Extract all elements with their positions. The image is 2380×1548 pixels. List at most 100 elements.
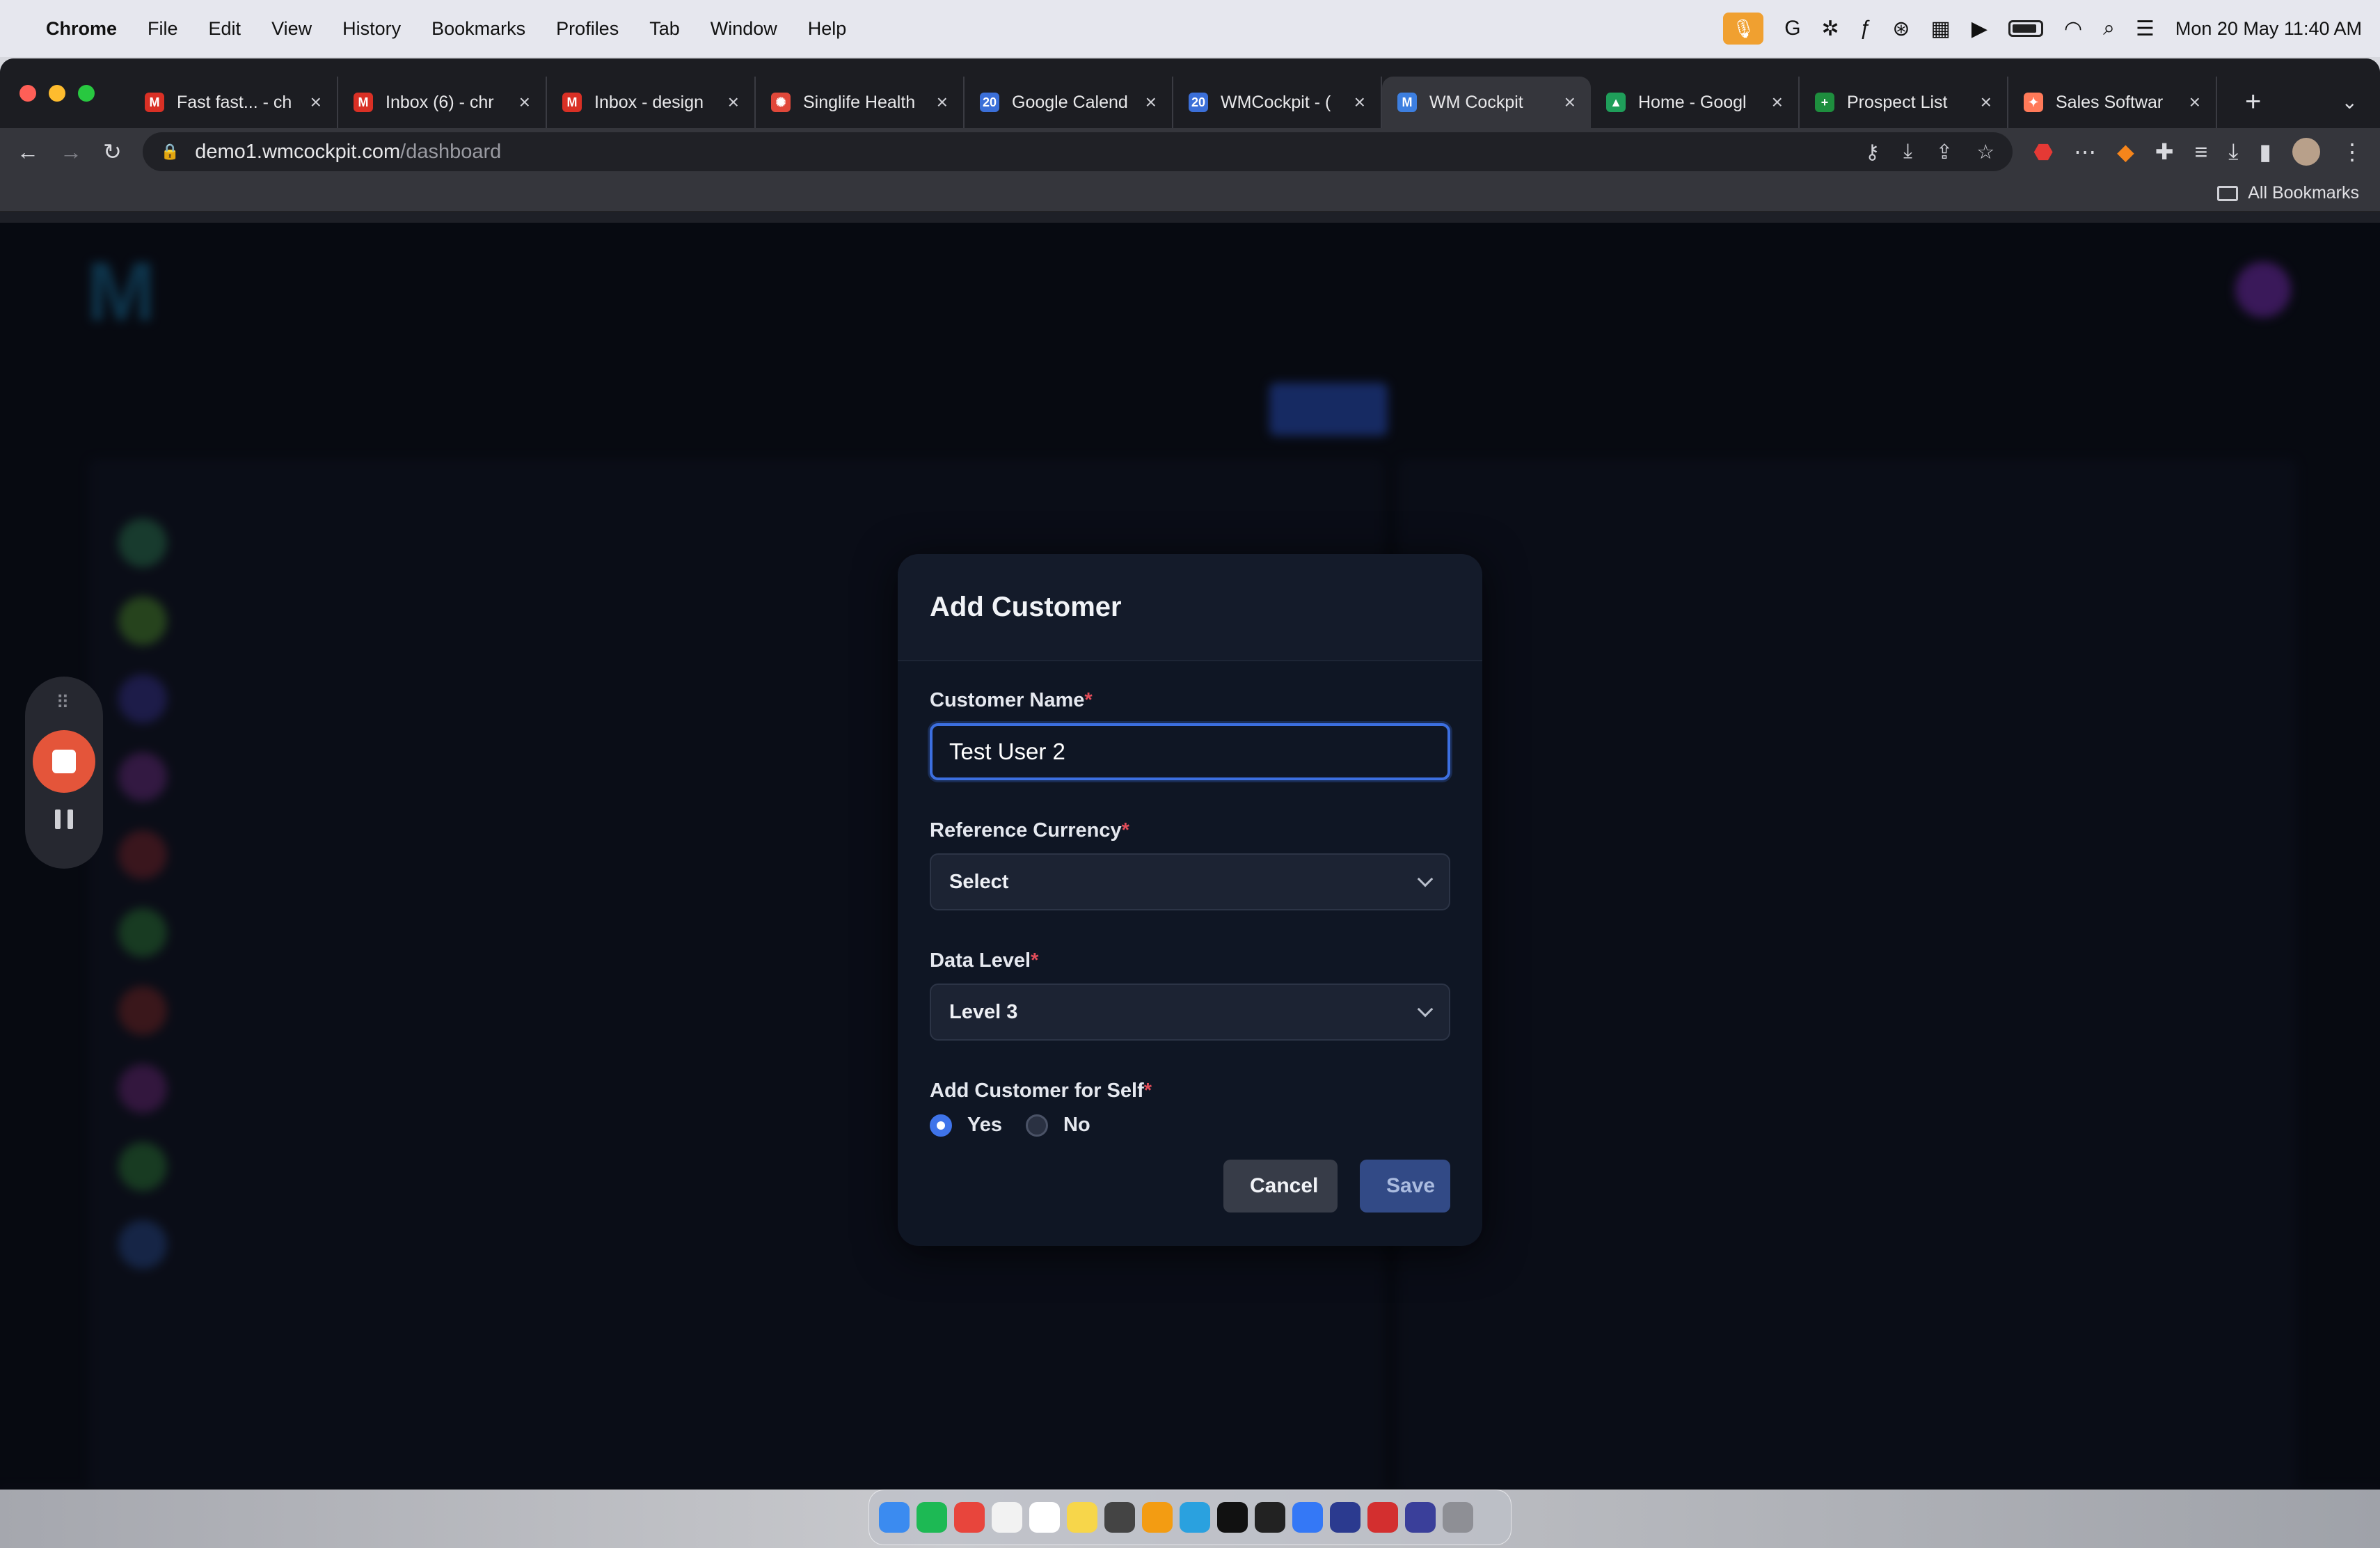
radio-no[interactable] xyxy=(1026,1114,1048,1137)
browser-tab[interactable]: + Prospect List × xyxy=(1800,77,2008,128)
new-tab-button[interactable]: + xyxy=(2245,86,2261,118)
side-panel-icon[interactable]: ▮ xyxy=(2259,139,2271,165)
finder-icon[interactable] xyxy=(879,1502,910,1533)
minimize-window-button[interactable] xyxy=(49,85,65,102)
menu-app-name[interactable]: Chrome xyxy=(46,18,117,40)
screen-recorder-app-icon[interactable] xyxy=(1405,1502,1436,1533)
browser-tab[interactable]: M Inbox (6) - chr × xyxy=(338,77,547,128)
chatgpt-app-icon[interactable] xyxy=(1217,1502,1248,1533)
grammarly-icon[interactable]: G xyxy=(1784,17,1800,40)
pause-recording-button[interactable] xyxy=(55,809,73,829)
browser-tab[interactable]: ✺ Singlife Health × xyxy=(756,77,965,128)
chrome-menu-icon[interactable]: ⋮ xyxy=(2341,139,2363,165)
address-bar[interactable]: 🔒 demo1.wmcockpit.com/dashboard ⚷ ⤓ ⇪ ☆ xyxy=(142,132,2013,171)
sublime-icon[interactable] xyxy=(1142,1502,1173,1533)
key-icon[interactable]: ⚷ xyxy=(1865,140,1880,164)
extension-metamask-icon[interactable]: ◆ xyxy=(2117,139,2134,165)
install-icon[interactable]: ⤓ xyxy=(1903,140,1912,164)
site-info-icon[interactable]: 🔒 xyxy=(161,143,180,161)
menu-tab[interactable]: Tab xyxy=(649,18,680,40)
battery-icon[interactable] xyxy=(2008,20,2043,37)
back-arrow-icon[interactable]: ← xyxy=(17,139,39,165)
menu-profiles[interactable]: Profiles xyxy=(556,18,619,40)
share-icon[interactable]: ⇪ xyxy=(1936,140,1953,164)
quicktime-icon[interactable] xyxy=(1330,1502,1360,1533)
close-tab-icon[interactable]: × xyxy=(1564,91,1576,113)
chevron-down-icon xyxy=(1417,871,1434,887)
tab-search-chevron-icon[interactable]: ⌄ xyxy=(2342,90,2358,113)
extensions-puzzle-icon[interactable]: ✚ xyxy=(2155,139,2174,165)
stop-recording-button[interactable] xyxy=(33,730,95,793)
tab-favicon-icon: M xyxy=(145,93,164,112)
menu-help[interactable]: Help xyxy=(808,18,847,40)
app-store-icon[interactable] xyxy=(1292,1502,1323,1533)
telegram-icon[interactable] xyxy=(1180,1502,1210,1533)
reminders-icon[interactable] xyxy=(1029,1502,1060,1533)
radio-yes[interactable] xyxy=(930,1114,952,1137)
close-tab-icon[interactable]: × xyxy=(937,91,948,113)
menu-view[interactable]: View xyxy=(271,18,312,40)
close-window-button[interactable] xyxy=(19,85,36,102)
figma-app-icon[interactable] xyxy=(1255,1502,1285,1533)
gear-icon[interactable]: ✲ xyxy=(1822,17,1839,41)
trash-icon[interactable] xyxy=(1443,1502,1473,1533)
browser-tab[interactable]: M Fast fast... - ch × xyxy=(129,77,338,128)
extension-adblock-icon[interactable]: ⬣ xyxy=(2033,139,2053,165)
tab-title: Sales Softwar xyxy=(2056,92,2164,112)
browser-tab[interactable]: ▲ Home - Googl × xyxy=(1591,77,1800,128)
chrome-icon[interactable] xyxy=(954,1502,985,1533)
close-tab-icon[interactable]: × xyxy=(728,91,739,113)
calendar-icon[interactable] xyxy=(992,1502,1022,1533)
menu-history[interactable]: History xyxy=(342,18,401,40)
drag-handle-icon[interactable]: ⠿ xyxy=(56,692,72,713)
microphone-icon[interactable]: 🎙 xyxy=(1723,13,1764,45)
menubar-datetime[interactable]: Mon 20 May 11:40 AM xyxy=(2175,18,2362,40)
menu-bookmarks[interactable]: Bookmarks xyxy=(431,18,525,40)
profile-avatar[interactable] xyxy=(2292,138,2320,166)
browser-tab[interactable]: ✦ Sales Softwar × xyxy=(2008,77,2217,128)
cancel-button[interactable]: Cancel xyxy=(1223,1160,1338,1213)
search-icon[interactable]: ⌕ xyxy=(2103,17,2115,40)
close-tab-icon[interactable]: × xyxy=(1772,91,1783,113)
notes-icon[interactable] xyxy=(1067,1502,1097,1533)
tab-favicon-icon: ▲ xyxy=(1606,93,1626,112)
radio-option-no[interactable]: No xyxy=(1026,1114,1090,1137)
radio-option-yes[interactable]: Yes xyxy=(930,1114,1002,1137)
customer-name-input[interactable] xyxy=(930,723,1450,780)
menu-file[interactable]: File xyxy=(148,18,178,40)
close-tab-icon[interactable]: × xyxy=(2189,91,2200,113)
tab-title: WM Cockpit xyxy=(1429,92,1523,112)
add-customer-dialog: Add Customer Customer Name* Reference Cu… xyxy=(898,554,1482,1246)
control-center-icon[interactable]: ☰ xyxy=(2136,17,2155,41)
forward-arrow-icon[interactable]: → xyxy=(60,139,82,165)
reference-currency-select[interactable]: Select xyxy=(930,853,1450,910)
chatgpt-icon[interactable]: ⊛ xyxy=(1892,17,1910,41)
close-tab-icon[interactable]: × xyxy=(519,91,530,113)
reload-icon[interactable]: ↻ xyxy=(103,139,122,165)
reading-list-icon[interactable]: ≡ xyxy=(2195,139,2208,165)
all-bookmarks-link[interactable]: All Bookmarks xyxy=(2248,183,2359,203)
play-icon[interactable]: ▶ xyxy=(1972,17,1988,41)
figma-icon[interactable]: ƒ xyxy=(1860,17,1872,40)
browser-tab[interactable]: 20 Google Calend × xyxy=(965,77,1173,128)
close-tab-icon[interactable]: × xyxy=(1145,91,1157,113)
menu-edit[interactable]: Edit xyxy=(209,18,241,40)
data-level-select[interactable]: Level 3 xyxy=(930,984,1450,1041)
settings-icon[interactable] xyxy=(1104,1502,1135,1533)
browser-tab[interactable]: M WM Cockpit × xyxy=(1382,77,1591,128)
extension-dots-icon[interactable]: ⋯ xyxy=(2074,139,2096,165)
bookmark-star-icon[interactable]: ☆ xyxy=(1976,140,1994,164)
browser-tab[interactable]: M Inbox - design × xyxy=(547,77,756,128)
zoom-window-button[interactable] xyxy=(78,85,95,102)
save-button[interactable]: Save xyxy=(1360,1160,1450,1213)
wifi-icon[interactable]: ◠ xyxy=(2064,17,2082,41)
menu-window[interactable]: Window xyxy=(711,18,777,40)
close-tab-icon[interactable]: × xyxy=(1354,91,1365,113)
acrobat-icon[interactable] xyxy=(1367,1502,1398,1533)
close-tab-icon[interactable]: × xyxy=(310,91,322,113)
downloads-icon[interactable]: ⤓ xyxy=(2228,139,2238,165)
layout-icon[interactable]: ▦ xyxy=(1931,17,1951,41)
spotify-icon[interactable] xyxy=(917,1502,947,1533)
browser-tab[interactable]: 20 WMCockpit - (× xyxy=(1173,77,1382,128)
close-tab-icon[interactable]: × xyxy=(1981,91,1992,113)
